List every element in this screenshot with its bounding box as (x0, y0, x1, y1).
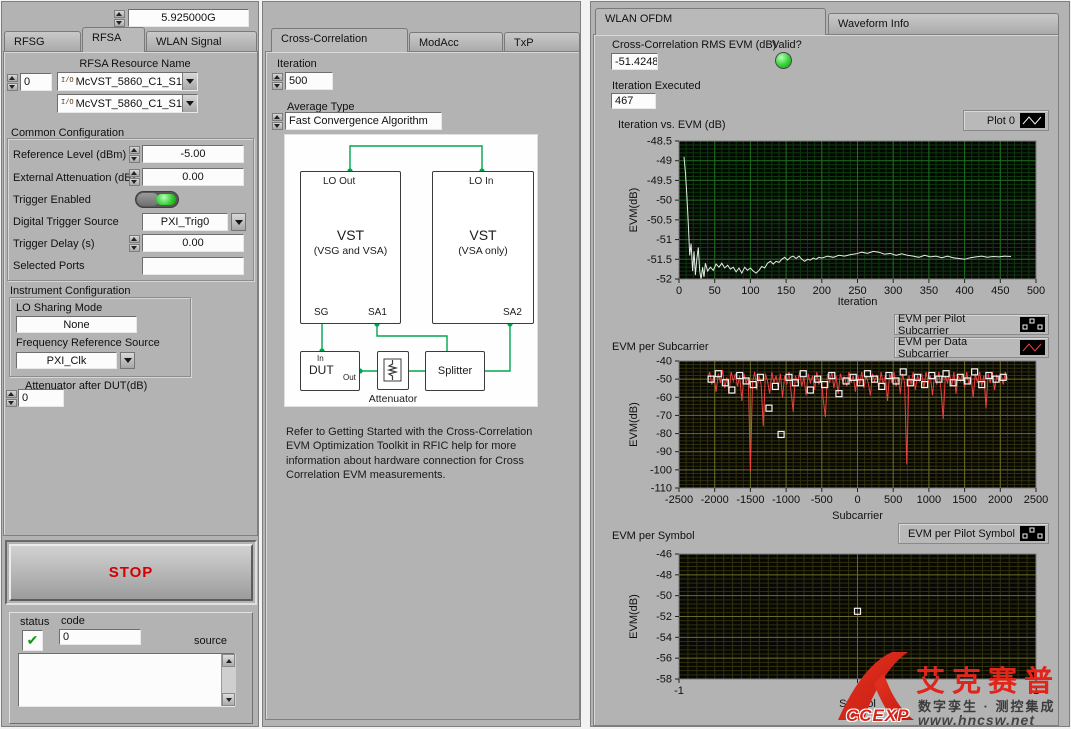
source-textarea[interactable] (18, 653, 235, 707)
tab-waveform-info[interactable]: Waveform Info (828, 13, 1059, 35)
frequency-stepper[interactable] (113, 10, 125, 27)
tab-wlan-ofdm[interactable]: WLAN OFDM (595, 8, 826, 35)
rfsa-panel: 5.925000G RFSG RFSA WLAN Signal RFSA Res… (1, 1, 259, 727)
tab-modacc[interactable]: ModAcc (409, 32, 503, 52)
stop-button[interactable]: STOP (9, 544, 253, 601)
results-panel: WLAN OFDM Waveform Info Cross-Correlatio… (590, 1, 1070, 727)
frequency-field[interactable]: 5.925000G (128, 9, 249, 27)
tab-wlan-signal[interactable]: WLAN Signal (146, 31, 257, 52)
measurement-config-panel: Cross-Correlation ModAcc TxP Iteration 5… (262, 1, 581, 727)
scroll-up-icon[interactable] (222, 654, 235, 667)
code-field: 0 (59, 629, 141, 645)
scroll-down-icon[interactable] (222, 693, 235, 706)
source-scrollbar[interactable] (221, 654, 236, 706)
rfsa-tab-body (3, 51, 258, 536)
application-window: 5.925000G RFSG RFSA WLAN Signal RFSA Res… (0, 0, 1071, 729)
cross-correlation-tab-body (265, 51, 580, 720)
logo-chinese-name: 艾克赛普 (916, 658, 1060, 700)
status-check-indicator: ✔ (22, 630, 43, 651)
accexp-wordmark: CCEXP (846, 706, 910, 726)
watermark-logo: CCEXP 艾克赛普 数字孪生 · 测控集成 www.hncsw.net (828, 650, 1071, 729)
tab-txp[interactable]: TxP (504, 32, 580, 52)
tab-rfsg[interactable]: RFSG (4, 31, 81, 52)
code-label: code (61, 615, 85, 627)
source-label: source (194, 635, 227, 647)
tab-rfsa[interactable]: RFSA (82, 27, 145, 52)
tab-cross-correlation[interactable]: Cross-Correlation (271, 28, 408, 52)
logo-url: www.hncsw.net (918, 712, 1035, 728)
wlan-ofdm-tab-body (593, 34, 1059, 726)
status-label: status (20, 616, 49, 628)
